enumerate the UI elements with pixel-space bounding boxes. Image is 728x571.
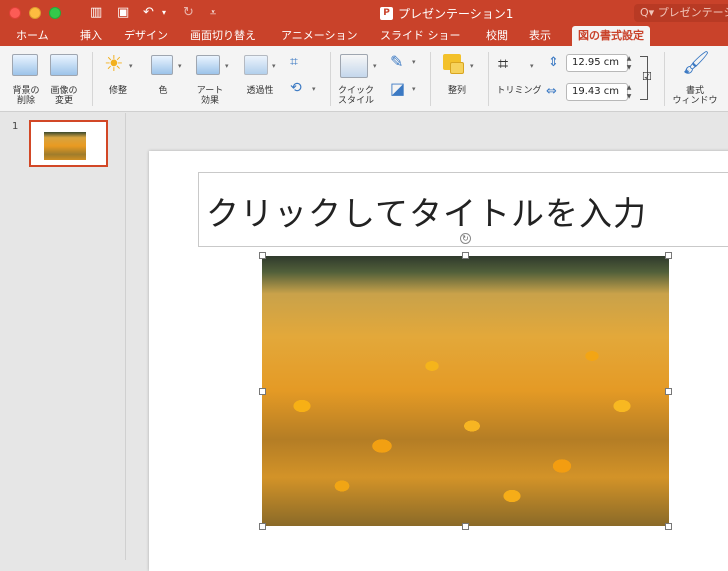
transparency-dropdown-icon[interactable]: ▾ xyxy=(272,62,276,70)
quick-styles-icon[interactable] xyxy=(340,54,368,78)
format-pane-button[interactable]: 書式 ウィンドウ xyxy=(670,86,720,106)
customize-toolbar-icon[interactable]: ⩡ xyxy=(210,4,216,22)
corrections-icon[interactable]: ☀ xyxy=(104,54,124,76)
height-stepper[interactable]: ▲ ▼ xyxy=(624,54,634,72)
corrections-dropdown-icon[interactable]: ▾ xyxy=(129,62,133,70)
height-icon: ⇕ xyxy=(548,55,559,70)
corrections-button[interactable]: 修整 xyxy=(100,86,136,96)
rotate-handle-icon[interactable]: ↻ xyxy=(460,233,471,244)
ribbon: 背景の 削除 画像の 変更 ☀ ▾ 修整 ▾ 色 ▾ アート 効果 ▾ 透過性 … xyxy=(0,46,728,112)
title-placeholder-text: クリックしてタイトルを入力 xyxy=(206,194,648,233)
tab-review[interactable]: 校閲 xyxy=(486,26,508,46)
color-icon[interactable] xyxy=(151,55,173,75)
picture-border-icon[interactable]: ✎ xyxy=(390,52,403,71)
tab-insert[interactable]: 挿入 xyxy=(80,26,102,46)
sidebar-toggle-icon[interactable]: ▥ xyxy=(90,4,102,22)
picture-effects-dropdown-icon[interactable]: ▾ xyxy=(412,85,416,93)
artistic-effects-icon[interactable] xyxy=(196,55,220,75)
quick-styles-button[interactable]: クイック スタイル xyxy=(334,86,378,106)
artistic-effects-dropdown-icon[interactable]: ▾ xyxy=(225,62,229,70)
crop-icon[interactable]: ⌗ xyxy=(498,54,508,75)
crop-button[interactable]: トリミング xyxy=(494,86,544,96)
change-picture-icon[interactable] xyxy=(50,54,78,76)
ribbon-separator xyxy=(430,52,431,106)
close-window-button[interactable] xyxy=(9,7,21,19)
window-title: P プレゼンテーション1 xyxy=(380,4,513,22)
search-field[interactable]: Q▾ プレゼンテーション xyxy=(634,4,728,22)
resize-handle-bottom[interactable] xyxy=(462,523,469,530)
ribbon-tab-bar: ホーム 挿入 デザイン 画面切り替え アニメーション スライド ショー 校閲 表… xyxy=(0,26,728,46)
slide-thumbnail-pane: 1 xyxy=(0,113,126,560)
resize-handle-bottom-left[interactable] xyxy=(259,523,266,530)
slide-thumbnail[interactable] xyxy=(29,120,108,167)
artistic-effects-button[interactable]: アート 効果 xyxy=(192,86,228,106)
resize-handle-right[interactable] xyxy=(665,388,672,395)
change-picture-button[interactable]: 画像の 変更 xyxy=(44,86,84,106)
format-pane-icon[interactable]: 🖌 xyxy=(682,52,710,76)
arrange-icon-back xyxy=(450,62,464,74)
tab-home[interactable]: ホーム xyxy=(16,26,49,46)
tab-animations[interactable]: アニメーション xyxy=(281,26,358,46)
resize-handle-top-right[interactable] xyxy=(665,252,672,259)
color-button[interactable]: 色 xyxy=(148,86,178,96)
ribbon-separator xyxy=(92,52,93,106)
tab-view[interactable]: 表示 xyxy=(529,26,551,46)
crop-dropdown-icon[interactable]: ▾ xyxy=(530,62,534,70)
reset-picture-dropdown-icon[interactable]: ▾ xyxy=(312,85,316,93)
ribbon-separator xyxy=(664,52,665,106)
save-icon[interactable]: ▣ xyxy=(117,4,129,22)
slide-thumbnail-image xyxy=(44,132,86,160)
slide-number: 1 xyxy=(12,121,19,132)
color-dropdown-icon[interactable]: ▾ xyxy=(178,62,182,70)
resize-handle-top[interactable] xyxy=(462,252,469,259)
title-bar: ▥ ▣ ↶ ▾ ↻ ⩡ P プレゼンテーション1 Q▾ プレゼンテーション xyxy=(0,0,728,26)
resize-handle-left[interactable] xyxy=(259,388,266,395)
arrange-button[interactable]: 整列 xyxy=(440,86,474,96)
remove-background-button[interactable]: 背景の 削除 xyxy=(6,86,46,106)
slide[interactable]: クリックしてタイトルを入力 ↻ xyxy=(149,151,728,571)
reset-picture-icon[interactable]: ⟲ xyxy=(290,80,302,96)
undo-dropdown-icon[interactable]: ▾ xyxy=(162,4,166,22)
ribbon-separator xyxy=(488,52,489,106)
resize-handle-top-left[interactable] xyxy=(259,252,266,259)
redo-icon[interactable]: ↻ xyxy=(183,4,194,22)
powerpoint-icon: P xyxy=(380,6,393,20)
quick-styles-dropdown-icon[interactable]: ▾ xyxy=(373,62,377,70)
transparency-icon[interactable] xyxy=(244,55,268,75)
tab-transitions[interactable]: 画面切り替え xyxy=(190,26,256,46)
zoom-window-button[interactable] xyxy=(49,7,61,19)
resize-handle-bottom-right[interactable] xyxy=(665,523,672,530)
picture-effects-icon[interactable]: ◪ xyxy=(390,79,405,98)
document-title: プレゼンテーション1 xyxy=(398,6,514,21)
arrange-dropdown-icon[interactable]: ▾ xyxy=(470,62,474,70)
compress-pictures-icon[interactable]: ⌗ xyxy=(290,54,298,70)
remove-background-icon[interactable] xyxy=(12,54,38,76)
selected-picture[interactable] xyxy=(262,256,669,526)
width-icon: ⇔ xyxy=(546,84,557,99)
undo-icon[interactable]: ↶ xyxy=(143,4,154,22)
lock-aspect-checkbox[interactable]: ☑ xyxy=(642,70,652,83)
tab-picture-format[interactable]: 図の書式設定 xyxy=(572,26,650,46)
ribbon-separator xyxy=(330,52,331,106)
search-icon: Q▾ xyxy=(640,6,658,19)
tab-slideshow[interactable]: スライド ショー xyxy=(380,26,461,46)
slide-editing-area: クリックしてタイトルを入力 ↻ xyxy=(127,113,728,571)
width-field[interactable]: 19.43 cm xyxy=(566,83,628,101)
picture-border-dropdown-icon[interactable]: ▾ xyxy=(412,58,416,66)
height-field[interactable]: 12.95 cm xyxy=(566,54,628,72)
width-stepper[interactable]: ▲ ▼ xyxy=(624,83,634,101)
minimize-window-button[interactable] xyxy=(29,7,41,19)
search-placeholder: プレゼンテーション xyxy=(657,6,728,19)
transparency-button[interactable]: 透過性 xyxy=(240,86,280,96)
tab-design[interactable]: デザイン xyxy=(124,26,168,46)
